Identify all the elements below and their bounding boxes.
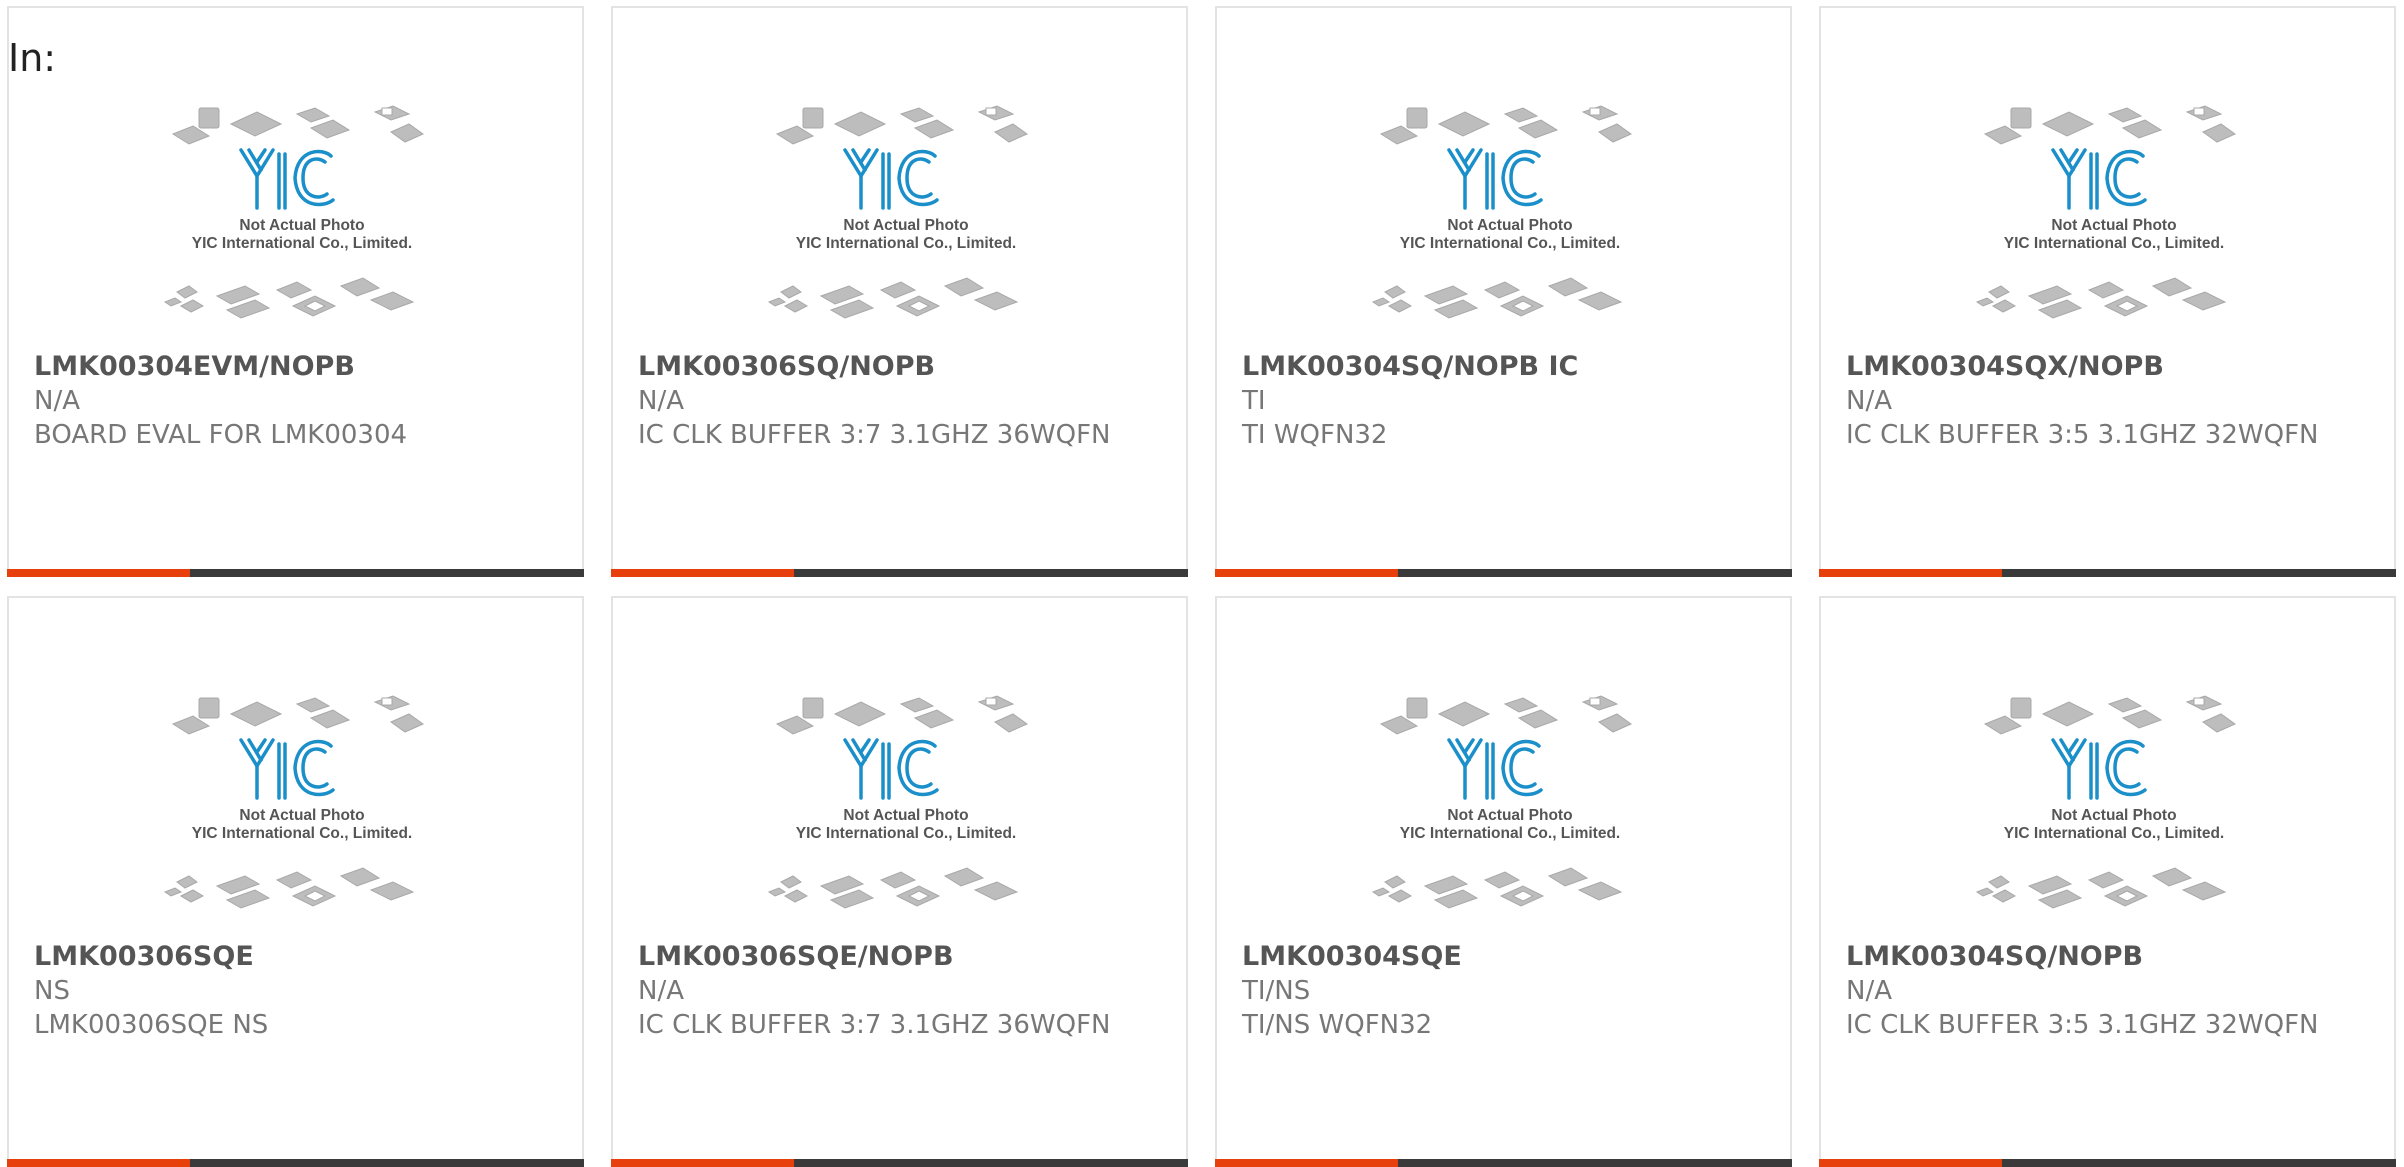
placeholder-line2: YIC International Co., Limited. <box>1400 235 1620 252</box>
product-placeholder-image[interactable]: Not Actual Photo YIC International Co., … <box>157 96 447 336</box>
card-bottom-bar <box>1215 1159 1792 1167</box>
part-number-link[interactable]: LMK00306SQE <box>34 940 562 974</box>
product-placeholder-image[interactable]: Not Actual Photo YIC International Co., … <box>157 686 447 926</box>
card-bottom-bar-accent <box>7 1159 190 1167</box>
description: IC CLK BUFFER 3:7 3.1GHZ 36WQFN <box>638 1010 1111 1040</box>
product-card[interactable]: Not Actual Photo YIC International Co., … <box>7 6 584 577</box>
card-bottom-bar <box>1819 569 2396 577</box>
placeholder-line1: Not Actual Photo <box>843 217 968 234</box>
card-bottom-bar <box>1819 1159 2396 1167</box>
product-info: LMK00304SQX/NOPB N/A IC CLK BUFFER 3:5 3.1… <box>1846 350 2374 452</box>
placeholder-line2: YIC International Co., Limited. <box>1400 825 1620 842</box>
product-info: LMK00306SQE NS LMK00306SQE NS <box>34 940 562 1042</box>
product-card[interactable]: Not Actual Photo YIC International Co., … <box>1215 6 1792 577</box>
card-bottom-bar-accent <box>1819 569 2002 577</box>
card-bottom-bar-accent <box>7 569 190 577</box>
part-number-link[interactable]: LMK00306SQ/NOPB <box>638 350 1166 384</box>
placeholder-line2: YIC International Co., Limited. <box>192 825 412 842</box>
description: IC CLK BUFFER 3:7 3.1GHZ 36WQFN <box>638 420 1111 450</box>
card-bottom-bar-accent <box>1819 1159 2002 1167</box>
manufacturer: N/A <box>1846 386 1892 416</box>
product-card[interactable]: Not Actual Photo YIC International Co., … <box>611 596 1188 1167</box>
product-placeholder-image[interactable]: Not Actual Photo YIC International Co., … <box>1969 686 2259 926</box>
product-card[interactable]: Not Actual Photo YIC International Co., … <box>611 6 1188 577</box>
product-info: LMK00304SQ/NOPB IC TI TI WQFN32 <box>1242 350 1770 452</box>
card-bottom-bar <box>611 569 1188 577</box>
product-placeholder-image[interactable]: Not Actual Photo YIC International Co., … <box>1365 96 1655 336</box>
card-bottom-bar <box>611 1159 1188 1167</box>
placeholder-line1: Not Actual Photo <box>1447 807 1572 824</box>
product-placeholder-image[interactable]: Not Actual Photo YIC International Co., … <box>1969 96 2259 336</box>
part-number-link[interactable]: LMK00306SQE/NOPB <box>638 940 1166 974</box>
placeholder-line2: YIC International Co., Limited. <box>2004 825 2224 842</box>
placeholder-line1: Not Actual Photo <box>1447 217 1572 234</box>
product-card[interactable]: Not Actual Photo YIC International Co., … <box>1819 6 2396 577</box>
manufacturer: N/A <box>638 976 684 1006</box>
card-bottom-bar-accent <box>1215 569 1398 577</box>
card-bottom-bar <box>7 1159 584 1167</box>
part-number-link[interactable]: LMK00304SQ/NOPB <box>1846 940 2374 974</box>
manufacturer: TI/NS <box>1242 976 1311 1006</box>
card-bottom-bar-accent <box>611 569 794 577</box>
product-info: LMK00306SQE/NOPB N/A IC CLK BUFFER 3:7 3.1… <box>638 940 1166 1042</box>
manufacturer: TI <box>1242 386 1266 416</box>
product-card[interactable]: Not Actual Photo YIC International Co., … <box>1215 596 1792 1167</box>
manufacturer: N/A <box>1846 976 1892 1006</box>
in-label: In: <box>8 36 57 80</box>
description: TI/NS WQFN32 <box>1242 1010 1433 1040</box>
placeholder-line1: Not Actual Photo <box>843 807 968 824</box>
description: BOARD EVAL FOR LMK00304 <box>34 420 408 450</box>
card-bottom-bar-accent <box>611 1159 794 1167</box>
product-info: LMK00304EVM/NOPB N/A BOARD EVAL FOR LMK003… <box>34 350 562 452</box>
card-bottom-bar-accent <box>1215 1159 1398 1167</box>
part-number-link[interactable]: LMK00304SQE <box>1242 940 1770 974</box>
placeholder-line1: Not Actual Photo <box>2051 807 2176 824</box>
card-bottom-bar <box>1215 569 1792 577</box>
description: LMK00306SQE NS <box>34 1010 269 1040</box>
description: IC CLK BUFFER 3:5 3.1GHZ 32WQFN <box>1846 420 2319 450</box>
manufacturer: N/A <box>34 386 80 416</box>
product-info: LMK00306SQ/NOPB N/A IC CLK BUFFER 3:7 3.1G… <box>638 350 1166 452</box>
part-number-link[interactable]: LMK00304SQ/NOPB IC <box>1242 350 1770 384</box>
product-card[interactable]: Not Actual Photo YIC International Co., … <box>7 596 584 1167</box>
card-bottom-bar <box>7 569 584 577</box>
product-placeholder-image[interactable]: Not Actual Photo YIC International Co., … <box>761 96 1051 336</box>
placeholder-line2: YIC International Co., Limited. <box>796 825 1016 842</box>
placeholder-line2: YIC International Co., Limited. <box>796 235 1016 252</box>
placeholder-line1: Not Actual Photo <box>239 217 364 234</box>
manufacturer: N/A <box>638 386 684 416</box>
part-number-link[interactable]: LMK00304EVM/NOPB <box>34 350 562 384</box>
description: TI WQFN32 <box>1242 420 1388 450</box>
product-placeholder-image[interactable]: Not Actual Photo YIC International Co., … <box>761 686 1051 926</box>
product-info: LMK00304SQE TI/NS TI/NS WQFN32 <box>1242 940 1770 1042</box>
product-card[interactable]: Not Actual Photo YIC International Co., … <box>1819 596 2396 1167</box>
placeholder-line1: Not Actual Photo <box>2051 217 2176 234</box>
product-placeholder-image[interactable]: Not Actual Photo YIC International Co., … <box>1365 686 1655 926</box>
product-info: LMK00304SQ/NOPB N/A IC CLK BUFFER 3:5 3.1G… <box>1846 940 2374 1042</box>
manufacturer: NS <box>34 976 70 1006</box>
part-number-link[interactable]: LMK00304SQX/NOPB <box>1846 350 2374 384</box>
description: IC CLK BUFFER 3:5 3.1GHZ 32WQFN <box>1846 1010 2319 1040</box>
placeholder-line2: YIC International Co., Limited. <box>2004 235 2224 252</box>
placeholder-line2: YIC International Co., Limited. <box>192 235 412 252</box>
placeholder-line1: Not Actual Photo <box>239 807 364 824</box>
